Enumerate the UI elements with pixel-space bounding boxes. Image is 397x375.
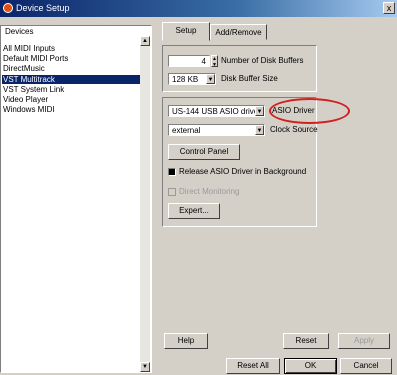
device-vst-multitrack[interactable]: VST Multitrack bbox=[2, 75, 141, 84]
apply-button: Apply bbox=[338, 333, 390, 349]
spin-down-icon[interactable]: ▼ bbox=[212, 62, 217, 68]
disk-buffer-group: 4 ▲ ▼ Number of Disk Buffers 128 KB ▼ Di… bbox=[162, 45, 317, 92]
device-setup-window: Device Setup x Devices All MIDI Inputs D… bbox=[0, 0, 397, 375]
chevron-down-icon[interactable]: ▼ bbox=[255, 125, 264, 135]
reset-all-button[interactable]: Reset All bbox=[226, 358, 280, 374]
release-driver-label: Release ASIO Driver in Background bbox=[179, 167, 307, 176]
close-button[interactable]: x bbox=[383, 2, 395, 14]
control-panel-button[interactable]: Control Panel bbox=[168, 144, 240, 160]
clock-source-value: external bbox=[172, 126, 201, 135]
chevron-down-icon[interactable]: ▼ bbox=[255, 106, 264, 116]
ok-button[interactable]: OK bbox=[284, 358, 337, 374]
disk-buffers-label: Number of Disk Buffers bbox=[221, 56, 304, 65]
asio-driver-value: US-144 USB ASIO driver bbox=[172, 107, 261, 116]
asio-driver-label: ASIO Driver bbox=[272, 106, 315, 115]
devices-header: Devices bbox=[5, 27, 34, 36]
help-button[interactable]: Help bbox=[164, 333, 208, 349]
device-all-midi-inputs[interactable]: All MIDI Inputs bbox=[2, 44, 141, 53]
clock-source-label: Clock Source bbox=[270, 125, 318, 134]
disk-buffer-size-value: 128 KB bbox=[172, 75, 199, 84]
disk-buffers-spinner[interactable]: ▲ ▼ bbox=[211, 55, 218, 68]
devices-scrollbar[interactable]: ▲ ▼ bbox=[140, 36, 150, 372]
clock-source-select[interactable]: external ▼ bbox=[168, 124, 265, 136]
disk-buffers-input[interactable]: 4 bbox=[168, 55, 210, 67]
scroll-down-icon[interactable]: ▼ bbox=[140, 362, 150, 372]
window-title: Device Setup bbox=[16, 3, 70, 13]
reset-button[interactable]: Reset bbox=[283, 333, 329, 349]
device-windows-midi[interactable]: Windows MIDI bbox=[2, 105, 141, 114]
device-directmusic[interactable]: DirectMusic bbox=[2, 64, 141, 73]
device-default-midi-ports[interactable]: Default MIDI Ports bbox=[2, 54, 141, 63]
asio-group: US-144 USB ASIO driver ▼ ASIO Driver ext… bbox=[162, 97, 318, 227]
direct-monitoring-checkbox bbox=[168, 188, 176, 196]
asio-driver-select[interactable]: US-144 USB ASIO driver ▼ bbox=[168, 105, 265, 117]
direct-monitoring-label: Direct Monitoring bbox=[179, 187, 240, 196]
scroll-up-icon[interactable]: ▲ bbox=[140, 36, 150, 46]
cancel-button[interactable]: Cancel bbox=[340, 358, 392, 374]
device-video-player[interactable]: Video Player bbox=[2, 95, 141, 104]
devices-list[interactable]: Devices All MIDI Inputs Default MIDI Por… bbox=[0, 25, 152, 373]
chevron-down-icon[interactable]: ▼ bbox=[206, 74, 215, 84]
disk-buffer-size-select[interactable]: 128 KB ▼ bbox=[168, 73, 216, 85]
title-bar[interactable]: Device Setup x bbox=[0, 0, 397, 17]
expert-button[interactable]: Expert... bbox=[168, 203, 220, 219]
disk-buffer-size-label: Disk Buffer Size bbox=[221, 74, 278, 83]
app-icon bbox=[3, 3, 13, 13]
device-vst-system-link[interactable]: VST System Link bbox=[2, 85, 141, 94]
tab-setup[interactable]: Setup bbox=[162, 22, 210, 41]
tab-add-remove[interactable]: Add/Remove bbox=[210, 24, 267, 40]
release-driver-checkbox[interactable] bbox=[168, 168, 176, 176]
